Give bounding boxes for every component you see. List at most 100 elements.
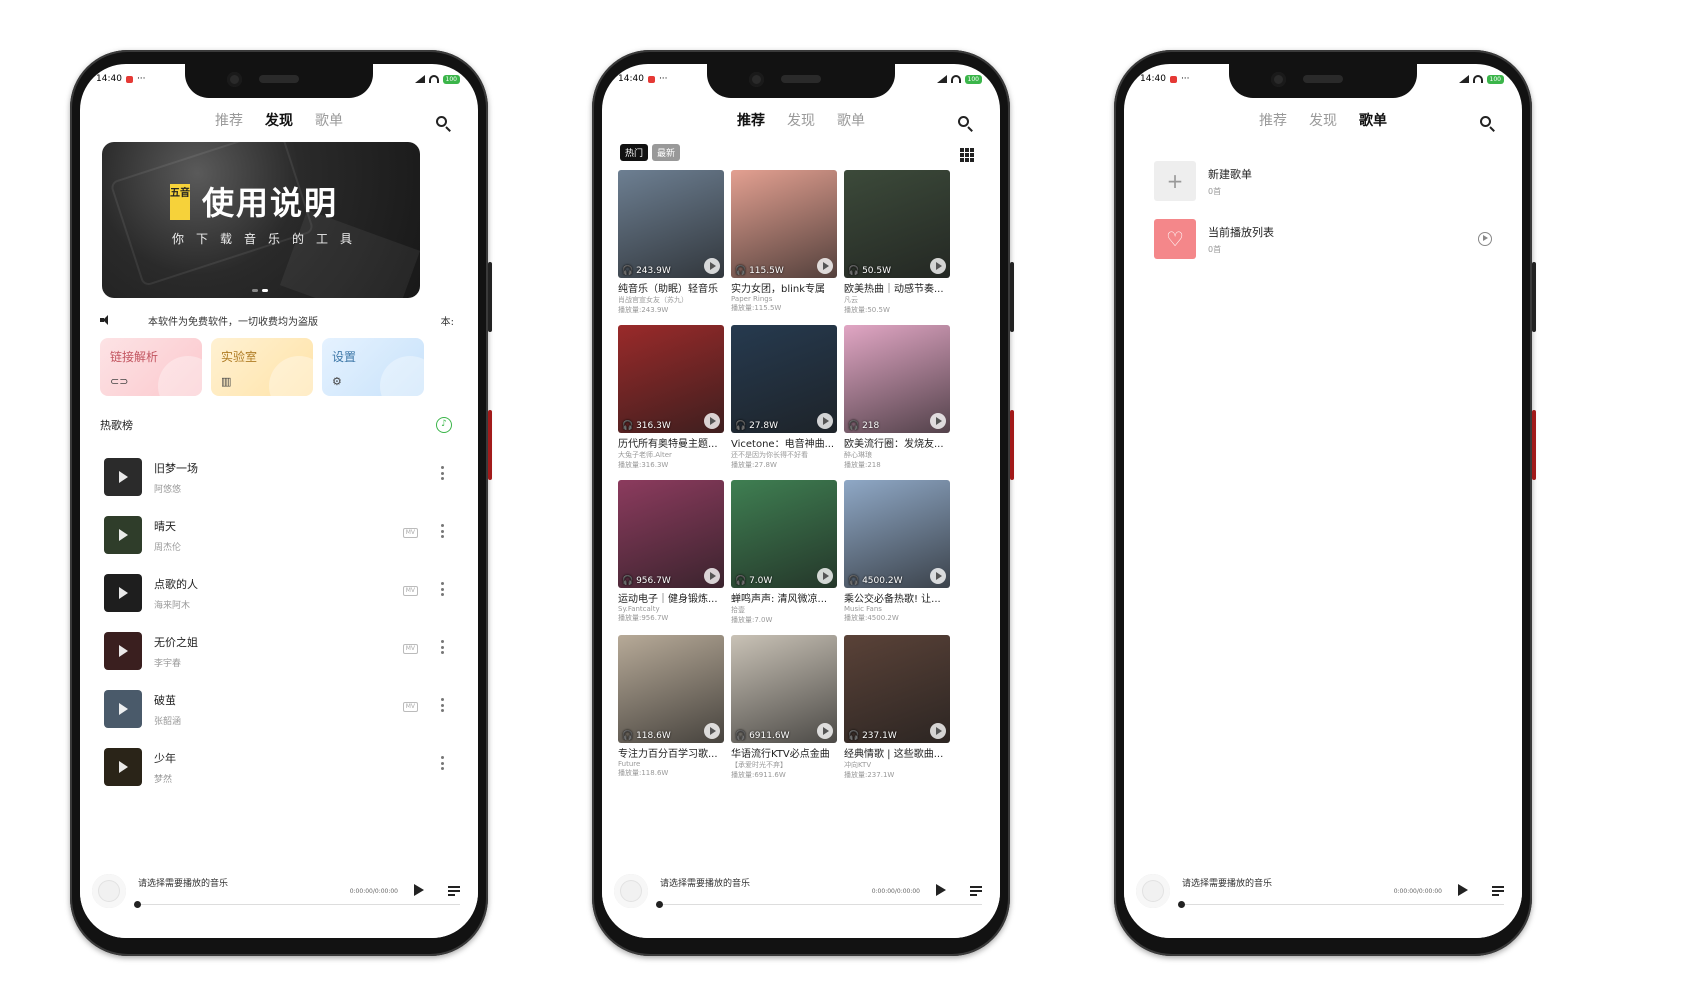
play-icon[interactable] (936, 884, 946, 896)
music-note-icon[interactable]: ♪ (436, 417, 452, 433)
queue-icon[interactable] (970, 886, 982, 896)
play-icon[interactable] (817, 723, 833, 739)
tab-recommend[interactable]: 推荐 (1259, 110, 1287, 140)
tab-playlists[interactable]: 歌单 (315, 110, 343, 140)
mv-badge[interactable]: MV (402, 586, 418, 596)
more-icon[interactable] (441, 756, 444, 770)
play-icon[interactable] (930, 258, 946, 274)
search-icon[interactable] (958, 116, 974, 132)
playlist-card[interactable]: 🎧 4500.2W 乘公交必备热歌! 让... Music Fans 播放量:4500… (844, 480, 950, 627)
tab-playlists[interactable]: 歌单 (1359, 110, 1387, 140)
tab-recommend[interactable]: 推荐 (215, 110, 243, 140)
disc-icon[interactable] (614, 874, 648, 908)
tab-playlists[interactable]: 歌单 (837, 110, 865, 140)
play-icon[interactable] (704, 568, 720, 584)
grid-icon[interactable] (960, 148, 974, 162)
play-icon[interactable] (817, 413, 833, 429)
chip-latest[interactable]: 最新 (652, 144, 681, 161)
progress-track[interactable] (136, 904, 460, 905)
song-row[interactable]: 点歌的人 海来阿木 MV (104, 564, 452, 622)
play-icon[interactable] (930, 413, 946, 429)
play-count-label: 🎧 6911.6W (735, 731, 790, 741)
more-icon[interactable] (441, 582, 444, 596)
lab-card[interactable]: 实验室 ▥ (211, 338, 313, 396)
disc-icon[interactable] (92, 874, 126, 908)
more-icon[interactable] (441, 640, 444, 654)
playlist-cover[interactable]: 🎧 6911.6W (731, 635, 837, 743)
playlist-card[interactable]: 🎧 118.6W 专注力百分百学习歌... Future 播放量:118.6W (618, 635, 724, 782)
more-icon[interactable] (441, 524, 444, 538)
play-icon[interactable] (1458, 884, 1468, 896)
playlist-cover[interactable]: 🎧 237.1W (844, 635, 950, 743)
search-icon[interactable] (1480, 116, 1496, 132)
create-playlist-item[interactable]: + 新建歌单 0首 (1154, 152, 1496, 210)
my-playlists: + 新建歌单 0首 ♡ 当前播放列表 0首 (1154, 152, 1496, 268)
playlist-card[interactable]: 🎧 316.3W 历代所有奥特曼主题... 大兔子老师.Alter 播放量:316.3… (618, 325, 724, 472)
playlist-cover[interactable]: 🎧 316.3W (618, 325, 724, 433)
banner[interactable]: 五音 使用说明 你下载音乐的工具 (102, 142, 420, 298)
playlist-cover[interactable]: 🎧 7.0W (731, 480, 837, 588)
playlist-card[interactable]: 🎧 115.5W 实力女团，blink专属 Paper Rings 播放量:115.5… (731, 170, 837, 317)
link-parse-card[interactable]: 链接解析 ⊂⊃ (100, 338, 202, 396)
playlist-card[interactable]: 🎧 237.1W 经典情歌 | 这些歌曲... 冲向KTV 播放量:237.1W (844, 635, 950, 782)
playlist-cover[interactable]: 🎧 218 (844, 325, 950, 433)
song-row[interactable]: 旧梦一场 阿悠悠 (104, 448, 452, 506)
playlist-cover[interactable]: 🎧 118.6W (618, 635, 724, 743)
disc-icon[interactable] (1136, 874, 1170, 908)
playlist-cover[interactable]: 🎧 4500.2W (844, 480, 950, 588)
playlist-cover[interactable]: 🎧 50.5W (844, 170, 950, 278)
play-icon[interactable] (817, 568, 833, 584)
song-cover[interactable] (104, 516, 142, 554)
play-icon[interactable] (817, 258, 833, 274)
playlist-card[interactable]: 🎧 27.8W Vicetone：电音神曲... 还不是因为你长得不好看 播放量:27… (731, 325, 837, 472)
song-cover[interactable] (104, 748, 142, 786)
progress-track[interactable] (658, 904, 982, 905)
progress-knob[interactable] (656, 901, 663, 908)
playlist-cover[interactable]: 🎧 956.7W (618, 480, 724, 588)
more-icon[interactable] (441, 466, 444, 480)
play-icon[interactable] (704, 413, 720, 429)
play-icon[interactable] (704, 723, 720, 739)
play-icon[interactable] (930, 723, 946, 739)
more-icon[interactable] (441, 698, 444, 712)
notification-icon (1169, 75, 1177, 83)
mv-badge[interactable]: MV (402, 528, 418, 538)
progress-knob[interactable] (1178, 901, 1185, 908)
playlist-cover[interactable]: 🎧 27.8W (731, 325, 837, 433)
playlist-card[interactable]: 🎧 243.9W 纯音乐（助眠）轻音乐 肖战官宣女友（苏九） 播放量:243.9W (618, 170, 724, 317)
queue-icon[interactable] (448, 886, 460, 896)
song-row[interactable]: 无价之姐 李宇春 MV (104, 622, 452, 680)
playlist-card[interactable]: 🎧 956.7W 运动电子｜健身锻炼... Sy.Fantcalty 播放量:956.… (618, 480, 724, 627)
progress-knob[interactable] (134, 901, 141, 908)
play-icon[interactable] (704, 258, 720, 274)
playlist-card[interactable]: 🎧 6911.6W 华语流行KTV必点金曲 【承爱时光不弃】 播放量:6911.6W (731, 635, 837, 782)
queue-icon[interactable] (1492, 886, 1504, 896)
tab-recommend[interactable]: 推荐 (737, 110, 765, 140)
song-row[interactable]: 破茧 张韶涵 MV (104, 680, 452, 738)
tab-discover[interactable]: 发现 (1309, 110, 1337, 140)
play-circle-icon[interactable] (1478, 232, 1492, 246)
song-row[interactable]: 少年 梦然 (104, 738, 452, 796)
playlist-card[interactable]: 🎧 7.0W 蝉鸣声声: 清风微凉... 拾壹 播放量:7.0W (731, 480, 837, 627)
search-icon[interactable] (436, 116, 452, 132)
mv-badge[interactable]: MV (402, 702, 418, 712)
settings-card[interactable]: 设置 ⚙ (322, 338, 424, 396)
playlist-cover[interactable]: 🎧 243.9W (618, 170, 724, 278)
song-cover[interactable] (104, 458, 142, 496)
song-cover[interactable] (104, 574, 142, 612)
song-cover[interactable] (104, 632, 142, 670)
mv-badge[interactable]: MV (402, 644, 418, 654)
song-row[interactable]: 晴天 周杰伦 MV (104, 506, 452, 564)
song-cover[interactable] (104, 690, 142, 728)
play-icon[interactable] (930, 568, 946, 584)
play-icon[interactable] (414, 884, 424, 896)
chip-hot[interactable]: 热门 (620, 144, 649, 161)
playlist-cover[interactable]: 🎧 115.5W (731, 170, 837, 278)
playlist-card[interactable]: 🎧 218 欧美流行圈：发烧友... 醉心琳琅 播放量:218 (844, 325, 950, 472)
playlist-card[interactable]: 🎧 50.5W 欧美热曲｜动感节奏... 凡云 播放量:50.5W (844, 170, 950, 317)
current-queue-item[interactable]: ♡ 当前播放列表 0首 (1154, 210, 1496, 268)
tab-discover[interactable]: 发现 (265, 110, 293, 140)
wifi-icon (428, 75, 439, 83)
tab-discover[interactable]: 发现 (787, 110, 815, 140)
progress-track[interactable] (1180, 904, 1504, 905)
